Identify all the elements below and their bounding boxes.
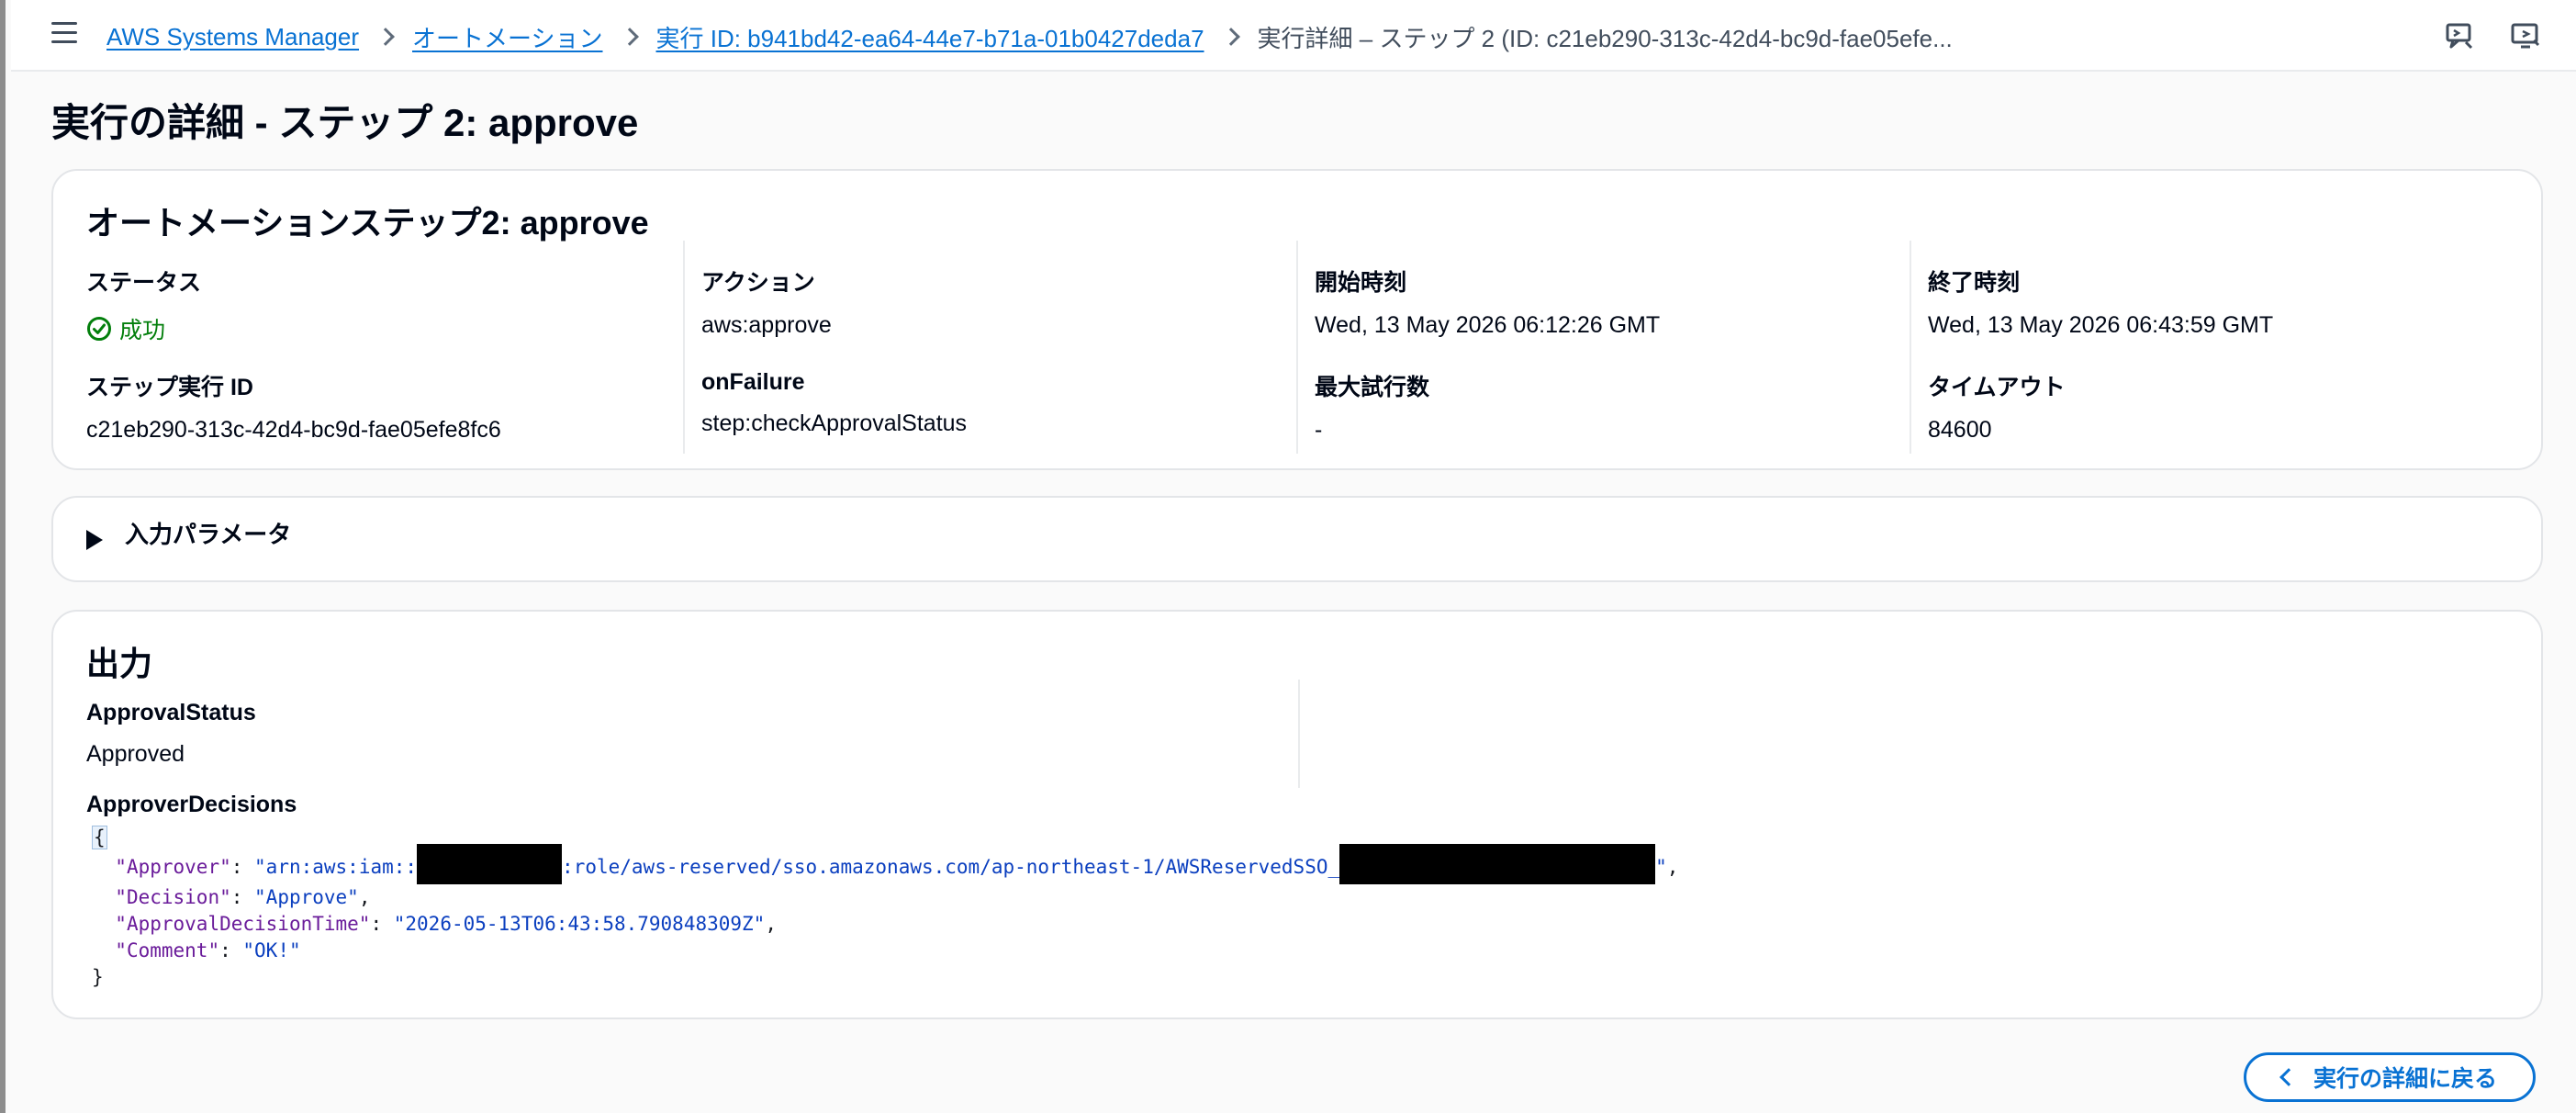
timeout-value: 84600 xyxy=(1928,417,1992,443)
summary-column-3: 開始時刻 Wed, 13 May 2026 06:12:26 GMT 最大試行数… xyxy=(1296,241,1910,454)
redacted-account-id xyxy=(417,844,563,884)
step-id-label: ステップ実行 ID xyxy=(86,375,253,400)
timeout-label: タイムアウト xyxy=(1928,375,2066,400)
chevron-right-icon xyxy=(1221,28,1240,46)
max-attempts-label: 最大試行数 xyxy=(1315,375,1430,400)
breadcrumb-execution-id[interactable]: 実行 ID: b941bd42-ea64-44e7-b71a-01b0427de… xyxy=(656,20,1204,54)
output-card: 出力 ApprovalStatus Approved ApproverDecis… xyxy=(51,610,2543,1019)
approver-decisions-label: ApproverDecisions xyxy=(86,792,297,817)
caret-right-icon[interactable] xyxy=(86,529,103,550)
start-time-label: 開始時刻 xyxy=(1315,270,1407,296)
status-label: ステータス xyxy=(86,270,202,296)
back-to-execution-details-button[interactable]: 実行の詳細に戻る xyxy=(2244,1052,2536,1102)
json-value-approver-suffix: " xyxy=(1655,856,1667,878)
action-label: アクション xyxy=(701,270,815,296)
feedback-icon[interactable] xyxy=(2444,20,2475,51)
output-column-divider xyxy=(1298,680,1300,788)
output-title: 出力 xyxy=(86,645,153,682)
json-key-approver: "Approver" xyxy=(115,856,231,878)
json-open-brace: { xyxy=(92,826,107,849)
top-navigation-bar: AWS Systems Manager オートメーション 実行 ID: b941… xyxy=(11,0,2576,72)
top-icons xyxy=(2444,20,2541,51)
json-key-approval-time: "ApprovalDecisionTime" xyxy=(115,913,371,935)
end-time-label: 終了時刻 xyxy=(1928,270,2021,296)
json-value-approval-time: "2026-05-13T06:43:58.790848309Z" xyxy=(393,913,766,935)
start-time-field: 開始時刻 Wed, 13 May 2026 06:12:26 GMT xyxy=(1315,264,1660,339)
onfailure-label: onFailure xyxy=(701,369,805,395)
screen-icon[interactable] xyxy=(2510,20,2541,51)
input-parameters-section[interactable]: 入力パラメータ xyxy=(51,496,2543,582)
start-time-value: Wed, 13 May 2026 06:12:26 GMT xyxy=(1315,312,1661,338)
json-value-approver-role: :role/aws-reserved/sso.amazonaws.com/ap-… xyxy=(562,856,1340,878)
input-parameters-toggle[interactable]: 入力パラメータ xyxy=(86,516,291,550)
approver-decisions-json: { "Approver": "arn:aws:iam:::role/aws-re… xyxy=(92,826,1679,988)
json-value-decision: "Approve" xyxy=(254,886,359,908)
breadcrumb-systems-manager[interactable]: AWS Systems Manager xyxy=(106,23,359,51)
breadcrumb-automation[interactable]: オートメーション xyxy=(412,20,602,54)
chevron-left-icon xyxy=(2279,1068,2298,1086)
json-key-comment: "Comment" xyxy=(115,939,220,961)
page-title: 実行の詳細 - ステップ 2: approve xyxy=(51,101,639,144)
max-attempts-field: 最大試行数 - xyxy=(1315,369,1429,444)
step-summary-card: オートメーションステップ2: approve ステータス 成功 ステップ実行 I… xyxy=(51,169,2543,470)
action-value: aws:approve xyxy=(701,312,832,338)
action-field: アクション aws:approve xyxy=(701,264,832,339)
onfailure-field: onFailure step:checkApprovalStatus xyxy=(701,369,967,437)
summary-column-1: ステータス 成功 ステップ実行 ID c21eb290-313c-42d4-bc… xyxy=(53,241,666,454)
step-id-value: c21eb290-313c-42d4-bc9d-fae05efe8fc6 xyxy=(86,417,501,443)
check-circle-icon xyxy=(87,317,111,341)
end-time-value: Wed, 13 May 2026 06:43:59 GMT xyxy=(1928,312,2274,338)
timeout-field: タイムアウト 84600 xyxy=(1928,369,2066,444)
app-frame: AWS Systems Manager オートメーション 実行 ID: b941… xyxy=(0,0,2576,1113)
approval-status-value: Approved xyxy=(86,741,185,767)
chevron-right-icon xyxy=(376,28,395,46)
menu-icon[interactable] xyxy=(51,22,77,46)
onfailure-value: step:checkApprovalStatus xyxy=(701,410,968,436)
approval-status-field: ApprovalStatus Approved xyxy=(86,700,256,768)
end-time-field: 終了時刻 Wed, 13 May 2026 06:43:59 GMT xyxy=(1928,264,2273,339)
summary-column-2: アクション aws:approve onFailure step:checkAp… xyxy=(683,241,1296,454)
summary-title: オートメーションステップ2: approve xyxy=(86,204,649,242)
approval-status-label: ApprovalStatus xyxy=(86,700,256,725)
summary-column-4: 終了時刻 Wed, 13 May 2026 06:43:59 GMT タイムアウ… xyxy=(1910,241,2523,454)
status-field: ステータス 成功 xyxy=(86,264,201,345)
json-key-decision: "Decision" xyxy=(115,886,231,908)
back-button-label: 実行の詳細に戻る xyxy=(2313,1066,2497,1092)
json-value-comment: "OK!" xyxy=(242,939,301,961)
max-attempts-value: - xyxy=(1315,417,1323,443)
status-badge: 成功 xyxy=(86,312,201,345)
step-id-field: ステップ実行 ID c21eb290-313c-42d4-bc9d-fae05e… xyxy=(86,369,501,444)
json-close-brace: } xyxy=(92,966,104,988)
redacted-role-name xyxy=(1339,844,1656,884)
breadcrumb-current-step: 実行詳細 – ステップ 2 (ID: c21eb290-313c-42d4-bc… xyxy=(1257,24,1953,52)
input-parameters-label: 入力パラメータ xyxy=(125,521,292,548)
approver-decisions-field: ApproverDecisions xyxy=(86,792,297,818)
breadcrumb: AWS Systems Manager オートメーション 実行 ID: b941… xyxy=(106,20,1953,53)
status-value: 成功 xyxy=(119,318,166,343)
chevron-right-icon xyxy=(620,28,639,46)
json-value-approver-prefix: "arn:aws:iam:: xyxy=(254,856,418,878)
